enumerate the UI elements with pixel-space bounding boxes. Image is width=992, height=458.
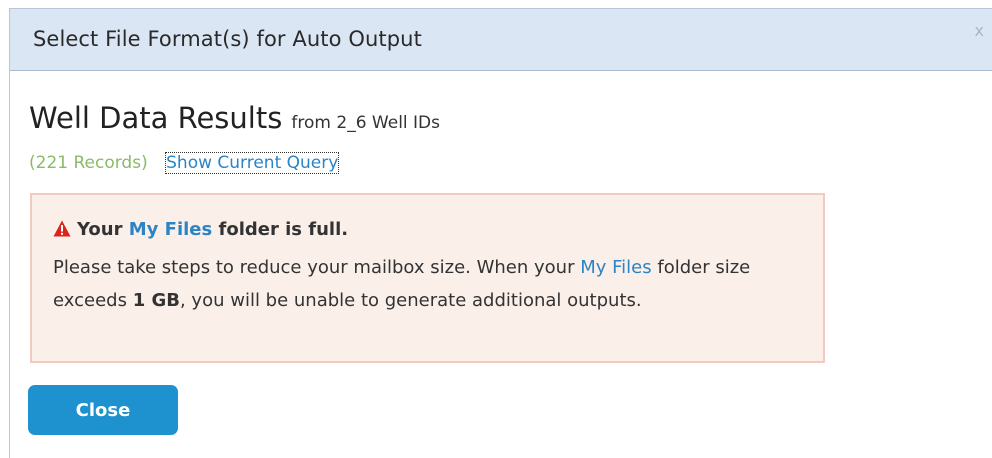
alert-head-prefix: Your [77, 219, 123, 240]
results-subline: (221 Records) Show Current Query [29, 152, 340, 174]
warning-triangle-icon [53, 220, 71, 242]
results-source: from 2_6 Well IDs [291, 113, 441, 133]
alert-heading: Your My Files folder is full. [53, 219, 348, 242]
alert-head-suffix: folder is full. [218, 219, 349, 240]
size-limit: 1 GB [132, 290, 180, 311]
storage-alert: Your My Files folder is full. Please tak… [30, 193, 825, 363]
show-query-link[interactable]: Show Current Query [165, 152, 340, 174]
records-count: (221 Records) [29, 153, 148, 173]
dialog-title: Select File Format(s) for Auto Output [33, 27, 422, 51]
my-files-link[interactable]: My Files [129, 219, 212, 240]
close-icon[interactable]: x [975, 21, 984, 40]
alert-message: Please take steps to reduce your mailbox… [53, 251, 793, 317]
alert-body-end: , you will be unable to generate additio… [179, 290, 642, 311]
my-files-body-link[interactable]: My Files [580, 257, 651, 278]
close-button[interactable]: Close [28, 385, 178, 435]
dialog-titlebar[interactable]: Select File Format(s) for Auto Output x [10, 9, 992, 71]
page-title: Well Data Results [29, 101, 283, 135]
alert-body-line1: Please take steps to reduce your mailbox… [53, 257, 575, 278]
results-heading: Well Data Results from 2_6 Well IDs [29, 101, 440, 135]
output-dialog: Select File Format(s) for Auto Output x … [9, 8, 992, 458]
